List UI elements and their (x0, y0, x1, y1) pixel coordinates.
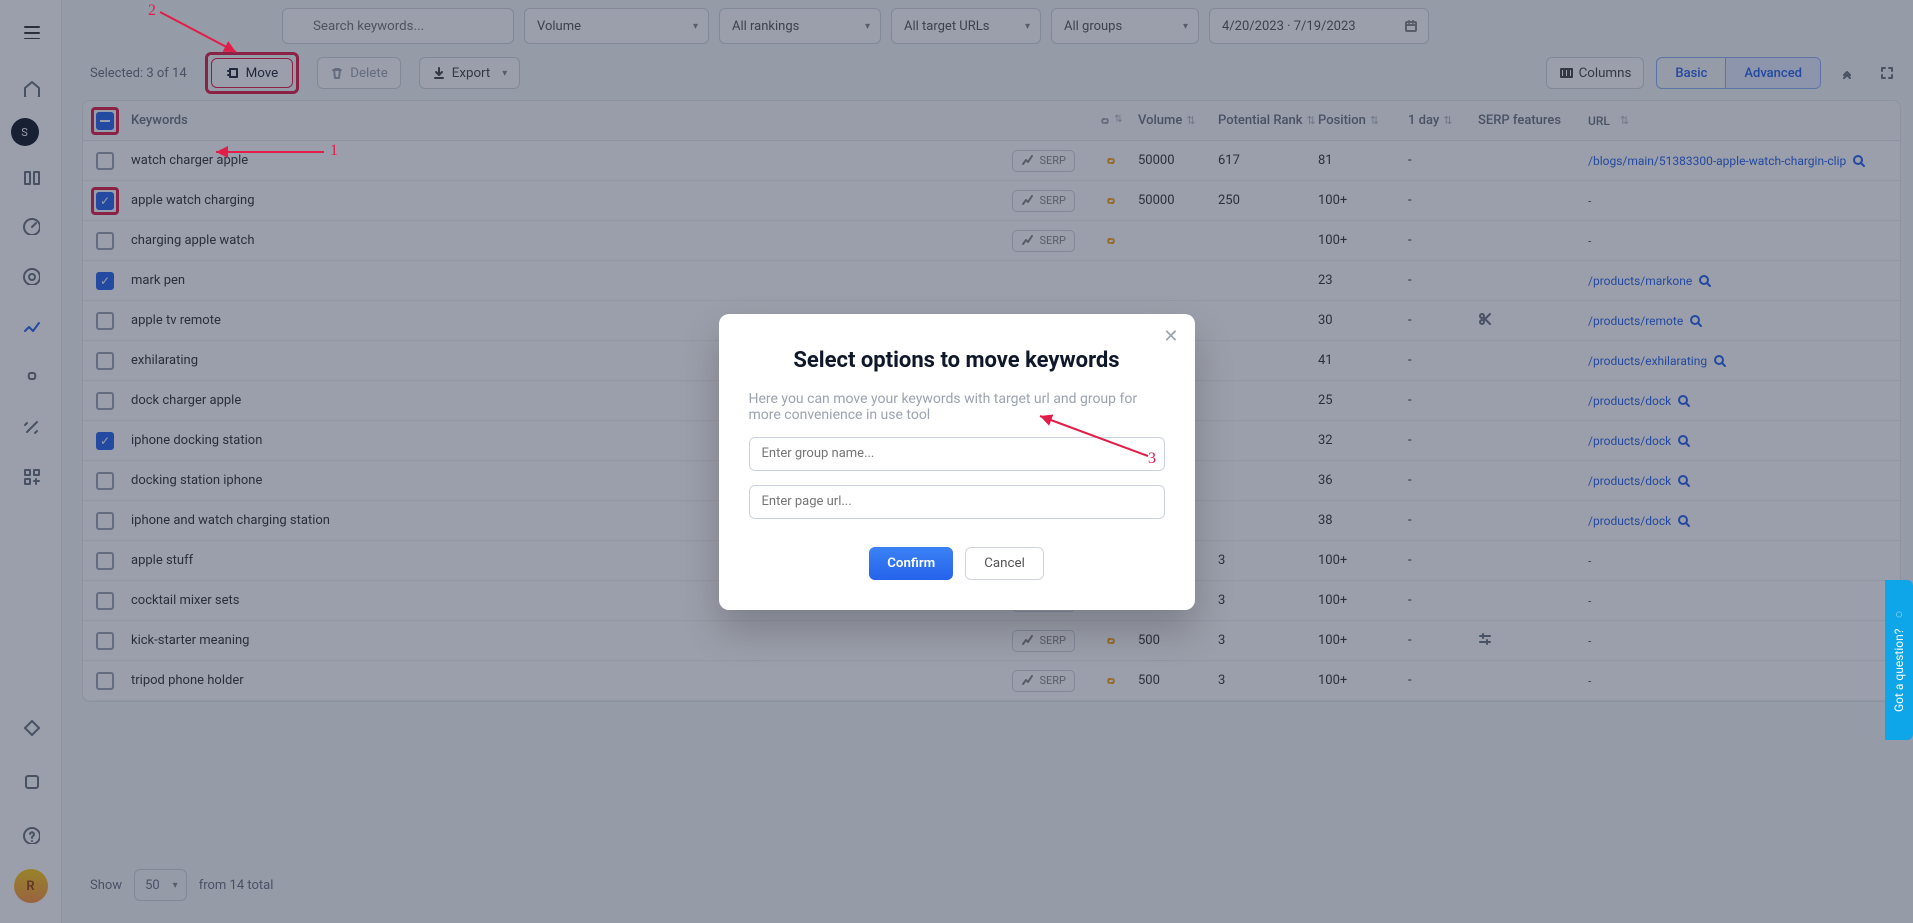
annotation-1-arrow (208, 142, 328, 162)
modal-close[interactable]: ✕ (1163, 326, 1178, 347)
modal-title: Select options to move keywords (749, 348, 1165, 373)
help-tab[interactable]: Got a question? ◌ (1885, 580, 1913, 740)
annotation-3-arrow (1032, 410, 1152, 462)
confirm-button[interactable]: Confirm (869, 547, 953, 580)
chat-icon: ◌ (1892, 608, 1906, 622)
help-label: Got a question? (1892, 628, 1906, 711)
confirm-label: Confirm (887, 556, 935, 571)
annotation-1: 1 (330, 142, 338, 160)
cancel-button[interactable]: Cancel (965, 547, 1044, 580)
annotation-2: 2 (148, 2, 156, 20)
page-url-input[interactable] (749, 485, 1165, 519)
annotation-2-arrow (156, 8, 256, 60)
cancel-label: Cancel (984, 556, 1025, 571)
